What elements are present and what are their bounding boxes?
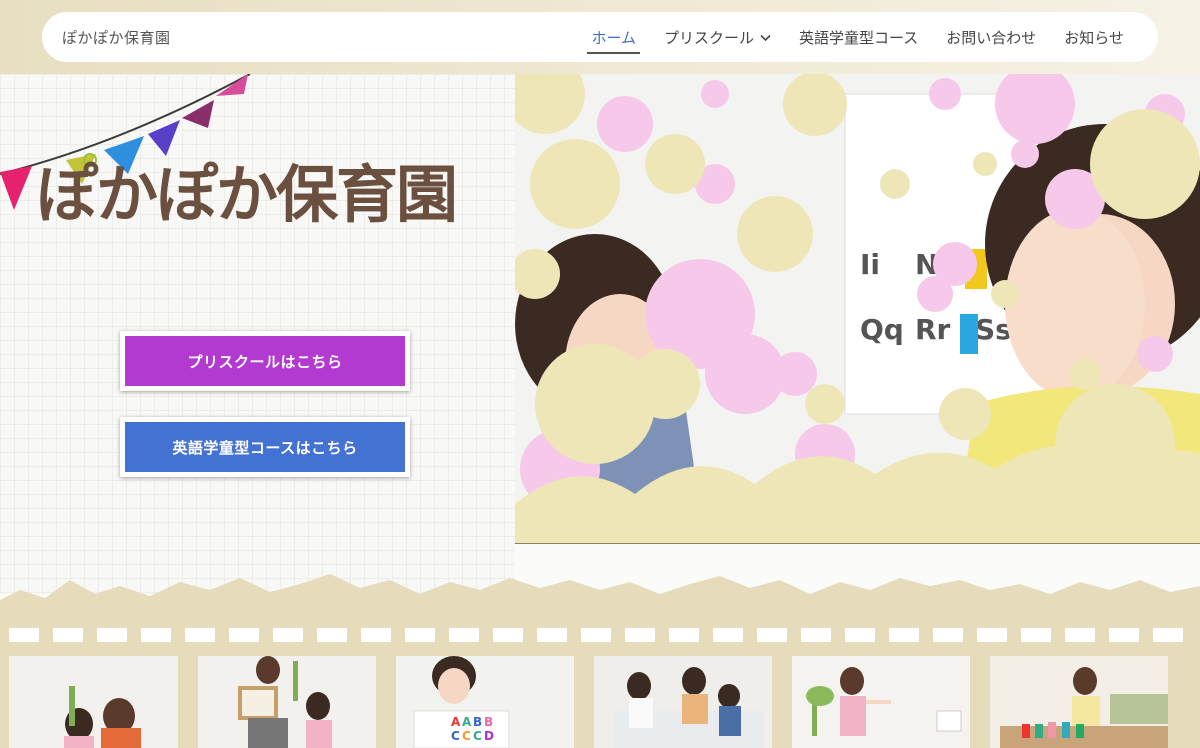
svg-text:B: B: [484, 715, 493, 729]
logo-text: ぽかぽか保育園: [36, 158, 458, 231]
nav-item-english-course[interactable]: 英語学童型コース: [785, 12, 932, 62]
preschool-cta-button[interactable]: プリスクールはこちら: [120, 331, 410, 391]
gallery-photo: [9, 656, 178, 748]
gallery-photo: [990, 656, 1168, 748]
main-nav: ぽかぽか保育園 ホーム プリスクール 英語学童型コース お問い合わせ お知らせ: [42, 12, 1158, 62]
hero-photo-illustration: IiNn QqRrSs: [515, 74, 1200, 543]
hero-logo: ぽかぽか保育園: [0, 74, 515, 234]
nav-item-label: ホーム: [591, 28, 636, 47]
nav-item-label: プリスクール: [664, 28, 755, 47]
preschool-cta-label: プリスクールはこちら: [125, 336, 405, 386]
gallery-photo: AABBCCCD: [396, 656, 574, 748]
nav-item-preschool[interactable]: プリスクール: [650, 12, 785, 62]
nav-item-label: お問い合わせ: [946, 28, 1037, 47]
nav-item-label: お知らせ: [1064, 28, 1124, 47]
svg-text:Qq: Qq: [860, 313, 904, 346]
svg-text:C: C: [462, 729, 471, 743]
svg-text:C: C: [451, 729, 460, 743]
svg-text:A: A: [462, 715, 472, 729]
svg-text:Rr: Rr: [915, 313, 951, 346]
nav-menu: ホーム プリスクール 英語学童型コース お問い合わせ お知らせ: [577, 12, 1138, 62]
nav-item-home[interactable]: ホーム: [577, 12, 650, 62]
svg-text:D: D: [484, 729, 494, 743]
film-strip-holes: [9, 628, 1200, 642]
english-course-cta-label: 英語学童型コースはこちら: [125, 422, 405, 472]
nav-item-label: 英語学童型コース: [799, 28, 919, 47]
gallery-photo: [594, 656, 772, 748]
nav-item-news[interactable]: お知らせ: [1050, 12, 1138, 62]
photo-film-strip: AABBCCCD: [9, 656, 1200, 748]
gallery-photo: [792, 656, 970, 748]
gallery-photo: [198, 656, 376, 748]
chevron-down-icon: [760, 32, 771, 45]
svg-text:A: A: [451, 715, 461, 729]
nav-item-contact[interactable]: お問い合わせ: [932, 12, 1050, 62]
english-course-cta-button[interactable]: 英語学童型コースはこちら: [120, 417, 410, 477]
svg-text:B: B: [473, 715, 482, 729]
site-name[interactable]: ぽかぽか保育園: [62, 27, 171, 48]
svg-text:C: C: [473, 729, 482, 743]
svg-text:Ii: Ii: [860, 248, 880, 281]
hero-photo: IiNn QqRrSs: [515, 74, 1200, 544]
